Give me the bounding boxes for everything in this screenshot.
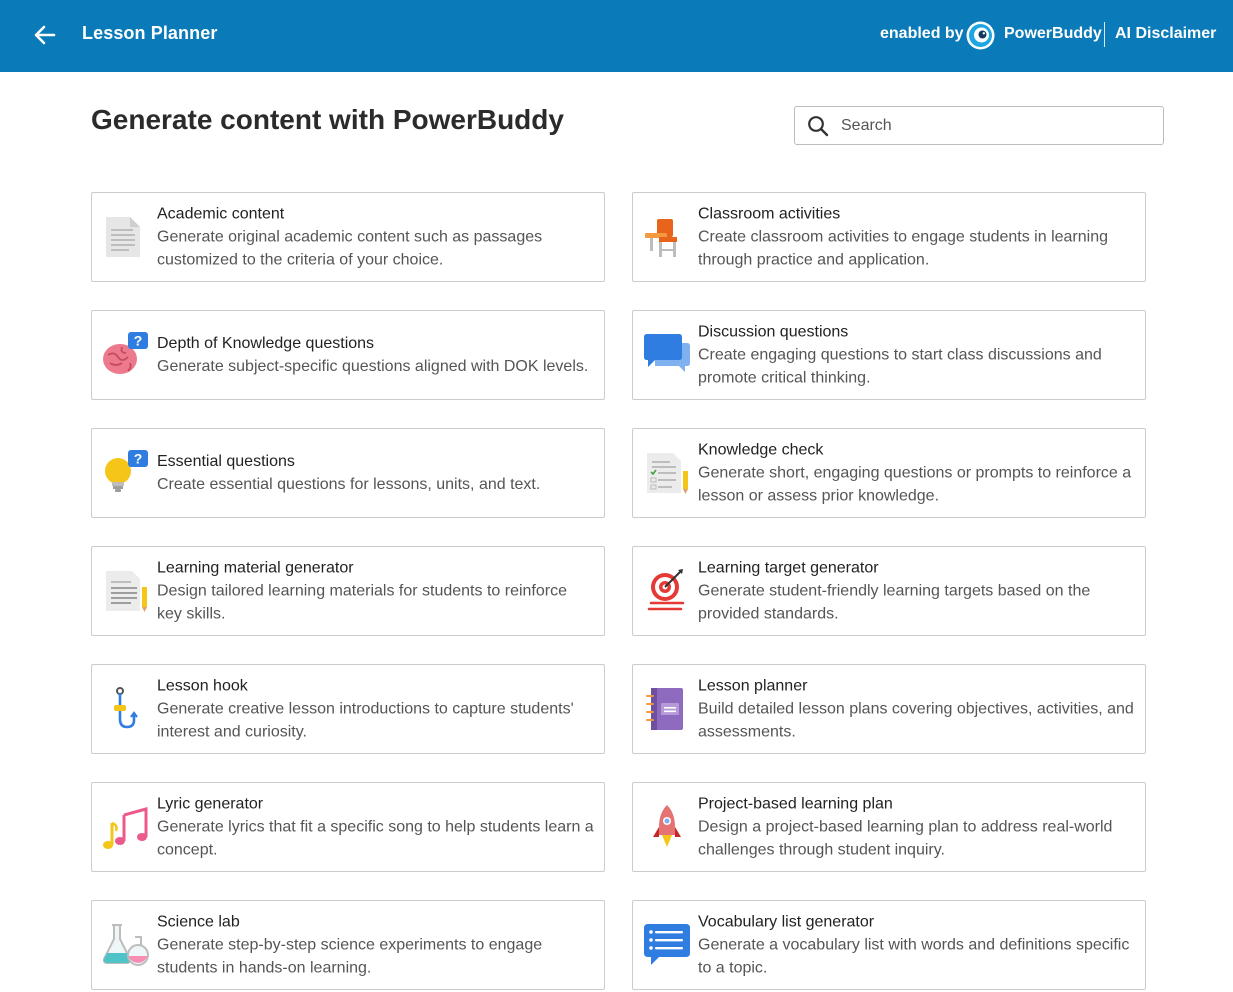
card-description: Generate original academic content such …	[157, 228, 543, 269]
card-title: Classroom activities	[698, 205, 841, 223]
school-desk-icon	[645, 219, 677, 257]
app-title: Lesson Planner	[82, 23, 218, 43]
header-divider	[1104, 22, 1105, 47]
card-description: Generate short, engaging questions or pr…	[698, 464, 1132, 505]
card-title: Learning material generator	[157, 559, 354, 577]
card-title: Project-based learning plan	[698, 795, 893, 813]
card-vocabulary-list-generator[interactable]: Vocabulary list generator Generate a voc…	[632, 900, 1146, 990]
music-notes-icon	[103, 807, 148, 849]
checklist-icon	[647, 453, 688, 494]
card-description: Generate student-friendly learning targe…	[698, 582, 1091, 623]
card-description: Generate a vocabulary list with words an…	[698, 936, 1130, 977]
search-icon	[808, 116, 829, 137]
powerbuddy-brand-label: PowerBuddy	[1004, 25, 1102, 42]
card-title: Science lab	[157, 913, 240, 931]
svg-text:?: ?	[134, 451, 143, 467]
card-title: Discussion questions	[698, 323, 849, 341]
rocket-icon	[653, 805, 681, 847]
card-essential-questions[interactable]: ? Essential questions Create essential q…	[91, 428, 605, 518]
ai-disclaimer-link[interactable]: AI Disclaimer	[1115, 25, 1216, 43]
card-description: Generate subject-specific questions alig…	[157, 358, 589, 375]
card-title: Academic content	[157, 205, 285, 223]
card-title: Essential questions	[157, 453, 295, 470]
card-lyric-generator[interactable]: Lyric generator Generate lyrics that fit…	[91, 782, 605, 872]
card-description: Design tailored learning materials for s…	[157, 582, 567, 623]
document-icon	[106, 217, 140, 257]
worksheet-icon	[106, 571, 147, 612]
target-icon	[647, 569, 685, 611]
card-classroom-activities[interactable]: Classroom activities Create classroom ac…	[632, 192, 1146, 282]
card-description: Create classroom activities to engage st…	[698, 228, 1108, 269]
card-title: Knowledge check	[698, 441, 824, 459]
search-box[interactable]	[794, 106, 1164, 145]
lightbulb-question-icon: ?	[105, 450, 148, 492]
search-input[interactable]	[841, 113, 1151, 139]
card-lesson-planner[interactable]: Lesson planner Build detailed lesson pla…	[632, 664, 1146, 754]
card-description: Create engaging questions to start class…	[698, 346, 1102, 387]
svg-text:?: ?	[134, 333, 143, 349]
card-title: Learning target generator	[698, 559, 879, 577]
card-learning-target-generator[interactable]: Learning target generator Generate stude…	[632, 546, 1146, 636]
card-description: Generate lyrics that fit a specific song…	[157, 818, 594, 859]
card-title: Lyric generator	[157, 795, 264, 813]
chat-bubbles-icon	[644, 334, 690, 372]
list-bubble-icon	[644, 924, 690, 965]
tool-card-grid: Academic content Generate original acade…	[91, 192, 1146, 990]
notebook-icon	[646, 688, 683, 730]
card-title: Depth of Knowledge questions	[157, 335, 375, 352]
card-description: Design a project-based learning plan to …	[698, 818, 1113, 859]
card-lesson-hook[interactable]: Lesson hook Generate creative lesson int…	[91, 664, 605, 754]
card-description: Generate step-by-step science experiment…	[157, 936, 543, 977]
card-knowledge-check[interactable]: Knowledge check Generate short, engaging…	[632, 428, 1146, 518]
lab-flasks-icon	[102, 924, 149, 966]
fishing-hook-icon	[114, 687, 138, 729]
card-title: Lesson hook	[157, 677, 248, 695]
card-science-lab[interactable]: Science lab Generate step-by-step scienc…	[91, 900, 605, 990]
page-title: Generate content with PowerBuddy	[91, 104, 564, 135]
back-button[interactable]	[30, 20, 60, 50]
top-bar: Lesson Planner enabled by PowerBuddy AI …	[0, 0, 1233, 72]
card-discussion-questions[interactable]: Discussion questions Create engaging que…	[632, 310, 1146, 400]
card-project-based-learning-plan[interactable]: Project-based learning plan Design a pro…	[632, 782, 1146, 872]
card-description: Generate creative lesson introductions t…	[157, 700, 574, 741]
card-description: Create essential questions for lessons, …	[157, 476, 541, 493]
card-title: Lesson planner	[698, 677, 808, 695]
card-description: Build detailed lesson plans covering obj…	[698, 700, 1134, 741]
card-title: Vocabulary list generator	[698, 913, 875, 931]
arrow-left-icon	[34, 25, 56, 45]
card-academic-content[interactable]: Academic content Generate original acade…	[91, 192, 605, 282]
enabled-by-label: enabled by	[880, 25, 964, 42]
powerbuddy-logo-icon	[966, 21, 995, 50]
brain-question-icon: ?	[103, 332, 148, 374]
card-depth-of-knowledge-questions[interactable]: ? Depth of Knowledge questions Generate …	[91, 310, 605, 400]
card-learning-material-generator[interactable]: Learning material generator Design tailo…	[91, 546, 605, 636]
